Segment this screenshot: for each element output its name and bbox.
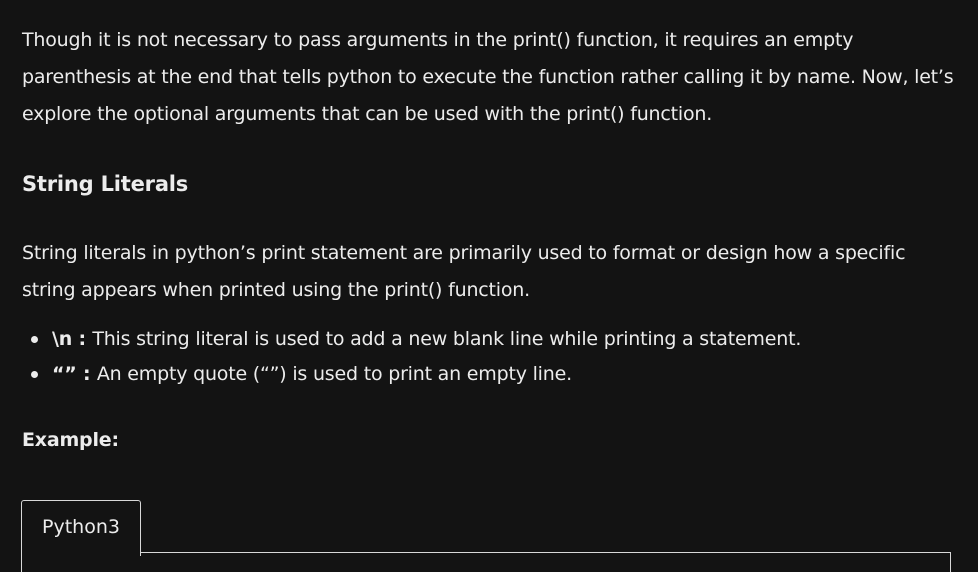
- example-label: Example:: [22, 429, 119, 451]
- literal-description: An empty quote (“”) is used to print an …: [96, 363, 572, 385]
- literals-list: \n : This string literal is used to add …: [22, 322, 801, 392]
- literal-term: “”: [52, 363, 77, 385]
- inline-code-print: print(): [384, 279, 443, 301]
- bullet-icon: [31, 336, 38, 343]
- literal-term: \n: [52, 328, 73, 350]
- literal-description: This string literal is used to add a new…: [92, 328, 802, 350]
- intro-text-3: function.: [624, 103, 713, 125]
- code-block: [21, 552, 951, 572]
- literals-text-2: function.: [442, 279, 530, 301]
- term-separator: :: [72, 328, 93, 350]
- literals-paragraph: String literals in python’s print statem…: [22, 235, 957, 309]
- tab-python3[interactable]: Python3: [21, 500, 141, 556]
- intro-paragraph: Though it is not necessary to pass argum…: [22, 22, 957, 133]
- inline-code-print: print(): [566, 103, 625, 125]
- list-item: \n : This string literal is used to add …: [22, 322, 801, 357]
- term-separator: :: [76, 363, 97, 385]
- article-content: Though it is not necessary to pass argum…: [0, 0, 978, 572]
- inline-code-print: print(): [512, 29, 571, 51]
- intro-text-1: Though it is not necessary to pass argum…: [22, 29, 513, 51]
- section-heading: String Literals: [22, 172, 189, 196]
- bullet-icon: [31, 371, 38, 378]
- list-item: “” : An empty quote (“”) is used to prin…: [22, 357, 801, 392]
